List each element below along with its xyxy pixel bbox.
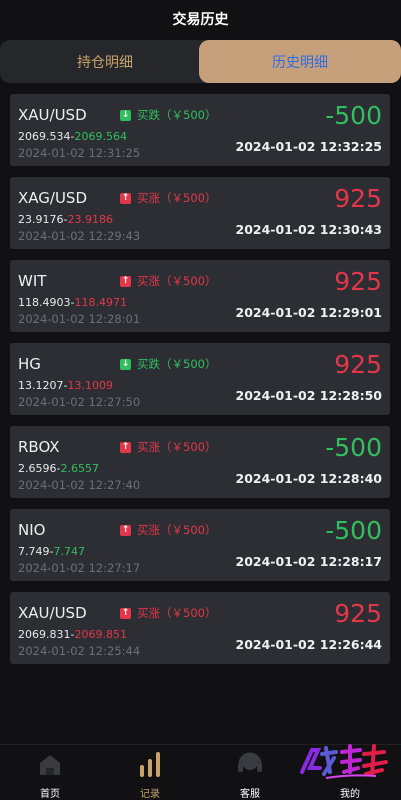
trade-direction: ↑ 买涨（￥500） — [120, 273, 216, 289]
nav-records[interactable]: 记录 — [100, 745, 200, 800]
trade-direction: ↑ 买涨（￥500） — [120, 439, 216, 455]
trade-direction-label: 买跌（￥500） — [137, 108, 217, 122]
close-time: 2024-01-02 12:28:50 — [235, 388, 383, 403]
nav-service[interactable]: 客服 — [200, 745, 300, 800]
tab-history[interactable]: 历史明细 — [199, 40, 401, 83]
close-time: 2024-01-02 12:32:25 — [235, 139, 383, 154]
trade-direction: ↓ 买跌（￥500） — [120, 356, 216, 372]
records-icon — [140, 752, 160, 777]
close-price: 7.747 — [53, 545, 85, 558]
trade-symbol: RBOX — [18, 438, 60, 456]
close-price: 23.9186 — [67, 213, 113, 226]
trade-prices: 7.749-7.747 — [18, 545, 85, 558]
close-time: 2024-01-02 12:30:43 — [235, 222, 383, 237]
open-price: 118.4903 — [18, 296, 71, 309]
trade-history-list: XAU/USD ↓ 买跌（￥500） 2069.534-2069.564 202… — [10, 94, 390, 675]
open-price: 2069.831 — [18, 628, 71, 641]
close-price: 2069.564 — [74, 130, 127, 143]
open-price: 23.9176 — [18, 213, 64, 226]
direction-arrow-icon: ↑ — [120, 524, 131, 536]
trade-direction-label: 买涨（￥500） — [137, 440, 217, 454]
profit-loss: 925 — [334, 184, 382, 213]
trade-card[interactable]: XAG/USD ↑ 买涨（￥500） 23.9176-23.9186 2024-… — [10, 177, 390, 249]
close-time: 2024-01-02 12:26:44 — [235, 637, 383, 652]
trade-prices: 23.9176-23.9186 — [18, 213, 113, 226]
close-price: 13.1009 — [67, 379, 113, 392]
trade-prices: 2069.534-2069.564 — [18, 130, 127, 143]
direction-arrow-icon: ↓ — [120, 109, 131, 121]
open-price: 7.749 — [18, 545, 50, 558]
trade-direction: ↑ 买涨（￥500） — [120, 605, 216, 621]
trade-prices: 118.4903-118.4971 — [18, 296, 127, 309]
nav-label: 客服 — [240, 789, 260, 800]
open-price: 2069.534 — [18, 130, 71, 143]
direction-arrow-icon: ↓ — [120, 358, 131, 370]
tab-bar: 持仓明细 历史明细 — [0, 40, 401, 83]
trade-direction-label: 买涨（￥500） — [137, 274, 217, 288]
open-time: 2024-01-02 12:28:01 — [18, 312, 141, 326]
headset-icon — [238, 752, 262, 772]
open-price: 13.1207 — [18, 379, 64, 392]
trade-symbol: XAU/USD — [18, 106, 87, 124]
trade-symbol: XAU/USD — [18, 604, 87, 622]
profit-loss: -500 — [325, 101, 382, 130]
open-time: 2024-01-02 12:29:43 — [18, 229, 141, 243]
trade-symbol: HG — [18, 355, 41, 373]
profit-loss: 925 — [334, 267, 382, 296]
trade-direction-label: 买跌（￥500） — [137, 357, 217, 371]
open-time: 2024-01-02 12:27:40 — [18, 478, 141, 492]
trade-direction-label: 买涨（￥500） — [137, 606, 217, 620]
close-time: 2024-01-02 12:29:01 — [235, 305, 383, 320]
trade-card[interactable]: HG ↓ 买跌（￥500） 13.1207-13.1009 2024-01-02… — [10, 343, 390, 415]
open-time: 2024-01-02 12:27:17 — [18, 561, 141, 575]
trade-card[interactable]: XAU/USD ↑ 买涨（￥500） 2069.831-2069.851 202… — [10, 592, 390, 664]
nav-label: 首页 — [40, 789, 60, 800]
trade-direction: ↓ 买跌（￥500） — [120, 107, 216, 123]
open-price: 2.6596 — [18, 462, 57, 475]
trade-prices: 2.6596-2.6557 — [18, 462, 99, 475]
brand-logo — [300, 744, 388, 779]
trade-direction-label: 买涨（￥500） — [137, 523, 217, 537]
profit-loss: 925 — [334, 350, 382, 379]
direction-arrow-icon: ↑ — [120, 607, 131, 619]
trade-direction-label: 买涨（￥500） — [137, 191, 217, 205]
close-price: 2.6557 — [60, 462, 99, 475]
open-time: 2024-01-02 12:27:50 — [18, 395, 141, 409]
direction-arrow-icon: ↑ — [120, 441, 131, 453]
profit-loss: -500 — [325, 433, 382, 462]
trade-card[interactable]: NIO ↑ 买涨（￥500） 7.749-7.747 2024-01-02 12… — [10, 509, 390, 581]
trade-direction: ↑ 买涨（￥500） — [120, 522, 216, 538]
close-price: 118.4971 — [74, 296, 127, 309]
page-title: 交易历史 — [172, 12, 229, 28]
trade-direction: ↑ 买涨（￥500） — [120, 190, 216, 206]
trade-prices: 2069.831-2069.851 — [18, 628, 127, 641]
trade-symbol: WIT — [18, 272, 47, 290]
direction-arrow-icon: ↑ — [120, 275, 131, 287]
tab-holdings[interactable]: 持仓明细 — [0, 40, 210, 83]
nav-label: 记录 — [140, 789, 160, 800]
nav-home[interactable]: 首页 — [0, 745, 100, 800]
trade-symbol: XAG/USD — [18, 189, 88, 207]
open-time: 2024-01-02 12:25:44 — [18, 644, 141, 658]
close-price: 2069.851 — [74, 628, 127, 641]
trade-prices: 13.1207-13.1009 — [18, 379, 113, 392]
close-time: 2024-01-02 12:28:17 — [235, 554, 383, 569]
open-time: 2024-01-02 12:31:25 — [18, 146, 141, 160]
trade-card[interactable]: WIT ↑ 买涨（￥500） 118.4903-118.4971 2024-01… — [10, 260, 390, 332]
trade-card[interactable]: XAU/USD ↓ 买跌（￥500） 2069.534-2069.564 202… — [10, 94, 390, 166]
direction-arrow-icon: ↑ — [120, 192, 131, 204]
home-icon — [40, 755, 60, 775]
trade-card[interactable]: RBOX ↑ 买涨（￥500） 2.6596-2.6557 2024-01-02… — [10, 426, 390, 498]
profit-loss: 925 — [334, 599, 382, 628]
close-time: 2024-01-02 12:28:40 — [235, 471, 383, 486]
trade-symbol: NIO — [18, 521, 46, 539]
profit-loss: -500 — [325, 516, 382, 545]
